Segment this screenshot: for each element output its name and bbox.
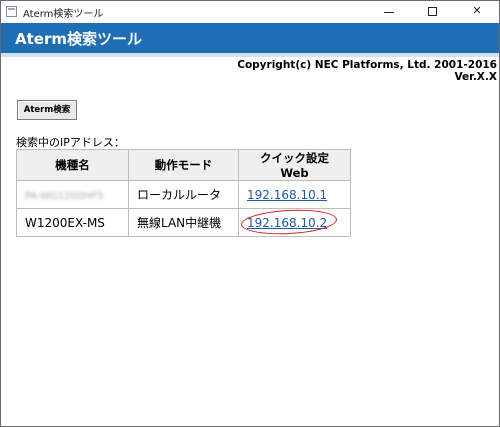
maximize-icon xyxy=(428,7,437,16)
maximize-button[interactable] xyxy=(411,1,455,23)
table-row: W1200EX-MS 無線LAN中継機 192.168.10.2 xyxy=(16,207,351,237)
app-icon xyxy=(6,6,17,17)
app-window: Aterm検索ツール ✕ Aterm検索ツール Copyright(c) NEC… xyxy=(0,0,500,427)
quick-setup-link[interactable]: 192.168.10.1 xyxy=(247,188,327,202)
version-text: Ver.X.X xyxy=(454,71,497,83)
model-cell: W1200EX-MS xyxy=(16,208,129,237)
results-table: 機種名 動作モード クイック設定Web PA-WG1200HP3 ローカルルータ… xyxy=(16,149,351,237)
window-title: Aterm検索ツール xyxy=(23,9,104,20)
header-divider xyxy=(1,53,499,57)
close-icon: ✕ xyxy=(472,4,482,17)
app-header: Aterm検索ツール xyxy=(1,23,499,53)
aterm-search-button[interactable]: Aterm検索 xyxy=(17,100,77,120)
title-bar: Aterm検索ツール ✕ xyxy=(1,1,499,23)
ip-cell: 192.168.10.2 xyxy=(238,207,351,237)
mode-cell: 無線LAN中継機 xyxy=(128,208,239,237)
minimize-button[interactable] xyxy=(367,1,411,23)
column-header-mode: 動作モード xyxy=(128,149,239,181)
model-name-blurred: PA-WG1200HP3 xyxy=(25,190,104,202)
copyright-text: Copyright(c) NEC Platforms, Ltd. 2001-20… xyxy=(237,59,497,71)
column-header-quick-setup-web: クイック設定Web xyxy=(238,149,351,181)
quick-setup-link[interactable]: 192.168.10.2 xyxy=(247,216,327,230)
table-row: PA-WG1200HP3 ローカルルータ 192.168.10.1 xyxy=(16,180,351,209)
mode-cell: ローカルルータ xyxy=(128,180,239,209)
column-header-model: 機種名 xyxy=(16,149,129,181)
close-button[interactable]: ✕ xyxy=(455,1,499,23)
ip-cell: 192.168.10.1 xyxy=(238,180,351,209)
highlighted-ip: 192.168.10.2 xyxy=(240,207,338,236)
table-header-row: 機種名 動作モード クイック設定Web xyxy=(16,149,351,181)
searching-ip-label: 検索中のIPアドレス： xyxy=(16,136,125,149)
minimize-icon xyxy=(384,12,394,13)
model-cell: PA-WG1200HP3 xyxy=(16,180,129,209)
app-header-title: Aterm検索ツール xyxy=(15,30,142,48)
